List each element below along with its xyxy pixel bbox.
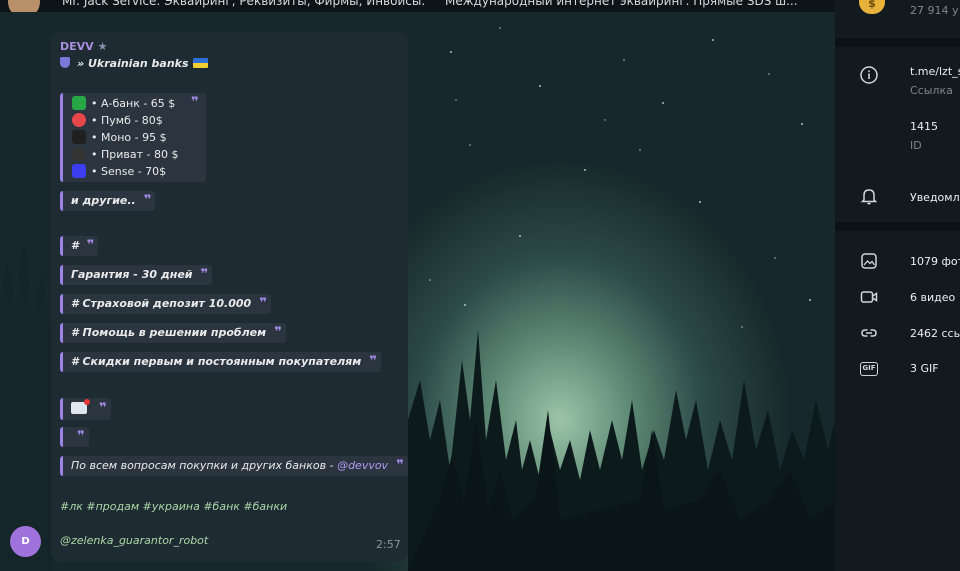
money-bag-icon: $ xyxy=(859,0,885,14)
link-icon xyxy=(859,323,879,343)
quote-envelope: ❞ xyxy=(60,398,111,420)
links-count[interactable]: 2462 ссы xyxy=(910,327,960,340)
channel-link-label: Ссылка xyxy=(910,84,953,97)
quote-empty: ❞ xyxy=(60,427,89,447)
quote-mark-icon: ❞ xyxy=(143,193,152,208)
channel-id[interactable]: 1415 xyxy=(910,120,938,133)
photo-icon xyxy=(859,251,879,271)
mono-icon xyxy=(72,130,86,144)
gifs-count[interactable]: 3 GIF xyxy=(910,362,939,375)
quote-mark-icon: ❞ xyxy=(77,429,85,444)
videos-count[interactable]: 6 видео xyxy=(910,291,955,304)
hashtag-links[interactable]: #лк #продам #украина #банк #банки xyxy=(60,500,287,513)
quote-mark-icon: ❞ xyxy=(191,95,199,110)
bank-row-privat: • Приват - 80 $ xyxy=(72,146,178,163)
sender-avatar[interactable]: D xyxy=(10,526,41,557)
android-icon xyxy=(72,96,86,110)
quote-mark-icon: ❞ xyxy=(86,238,95,253)
pumb-icon xyxy=(72,113,86,127)
quote-hash: # ❞ xyxy=(60,236,99,256)
ticker-item-right[interactable]: Международный интернет эквайринг. Прямые… xyxy=(445,0,798,8)
quote-contact: По всем вопросам покупки и других банков… xyxy=(60,456,408,476)
notifications-toggle[interactable]: Уведомл xyxy=(910,191,960,204)
shield-icon xyxy=(60,57,70,68)
quote-guarantee: Гарантия - 30 дней ❞ xyxy=(60,265,213,285)
message-sender[interactable]: DEVV ★ xyxy=(60,40,108,53)
bank-row-pumb: • Пумб - 80$ xyxy=(72,112,163,129)
pinned-messages-strip[interactable]: Mr. Jack Service: Эквайринг, Реквизиты, … xyxy=(0,0,835,12)
bank-price-quote: • А-банк - 65 $ • Пумб - 80$ • Моно - 95… xyxy=(60,93,206,182)
contact-mention-link[interactable]: @devvov xyxy=(337,459,388,472)
members-count: 27 914 у xyxy=(910,4,959,17)
quote-deposit: # Страховой депозит 10.000 ❞ xyxy=(60,294,271,314)
panel-divider xyxy=(835,38,960,47)
bell-icon xyxy=(859,186,879,206)
channel-id-label: ID xyxy=(910,139,922,152)
quote-discounts: # Скидки первым и постоянным покупателям… xyxy=(60,352,381,372)
ukraine-flag-icon xyxy=(192,58,208,68)
chat-avatar[interactable] xyxy=(8,0,40,12)
ticker-item-left[interactable]: Mr. Jack Service: Эквайринг, Реквизиты, … xyxy=(62,0,425,8)
privat-icon xyxy=(72,147,86,161)
video-icon xyxy=(859,287,879,307)
bank-row-abank: • А-банк - 65 $ xyxy=(72,95,175,112)
gif-icon: GIF xyxy=(859,359,879,379)
quote-mark-icon: ❞ xyxy=(99,401,107,416)
quote-mark-icon: ❞ xyxy=(259,296,267,311)
bot-mention-link[interactable]: @zelenka_guarantor_robot xyxy=(60,534,208,547)
sense-icon xyxy=(72,164,86,178)
channel-link[interactable]: t.me/lzt_s xyxy=(910,65,960,78)
panel-divider xyxy=(835,222,960,231)
quote-mark-icon: ❞ xyxy=(369,354,377,369)
message-subtitle: » Ukrainian banks xyxy=(60,57,208,70)
quote-help: # Помощь в решении проблем ❞ xyxy=(60,323,286,343)
quote-mark-icon: ❞ xyxy=(274,325,282,340)
photos-count[interactable]: 1079 фот xyxy=(910,255,960,268)
envelope-icon xyxy=(71,399,90,414)
star-icon: ★ xyxy=(97,40,108,53)
quote-mark-icon: ❞ xyxy=(396,458,404,473)
bank-row-mono: • Моно - 95 $ xyxy=(72,129,167,146)
info-icon xyxy=(859,65,879,85)
bank-row-sense: • Sense - 70$ xyxy=(72,163,166,180)
message-time: 2:57 xyxy=(376,538,401,551)
quote-mark-icon: ❞ xyxy=(200,267,209,282)
quote-others: и другие.. ❞ xyxy=(60,191,156,211)
channel-info-panel: $ 27 914 у t.me/lzt_s Ссылка 1415 ID Уве… xyxy=(835,0,960,571)
